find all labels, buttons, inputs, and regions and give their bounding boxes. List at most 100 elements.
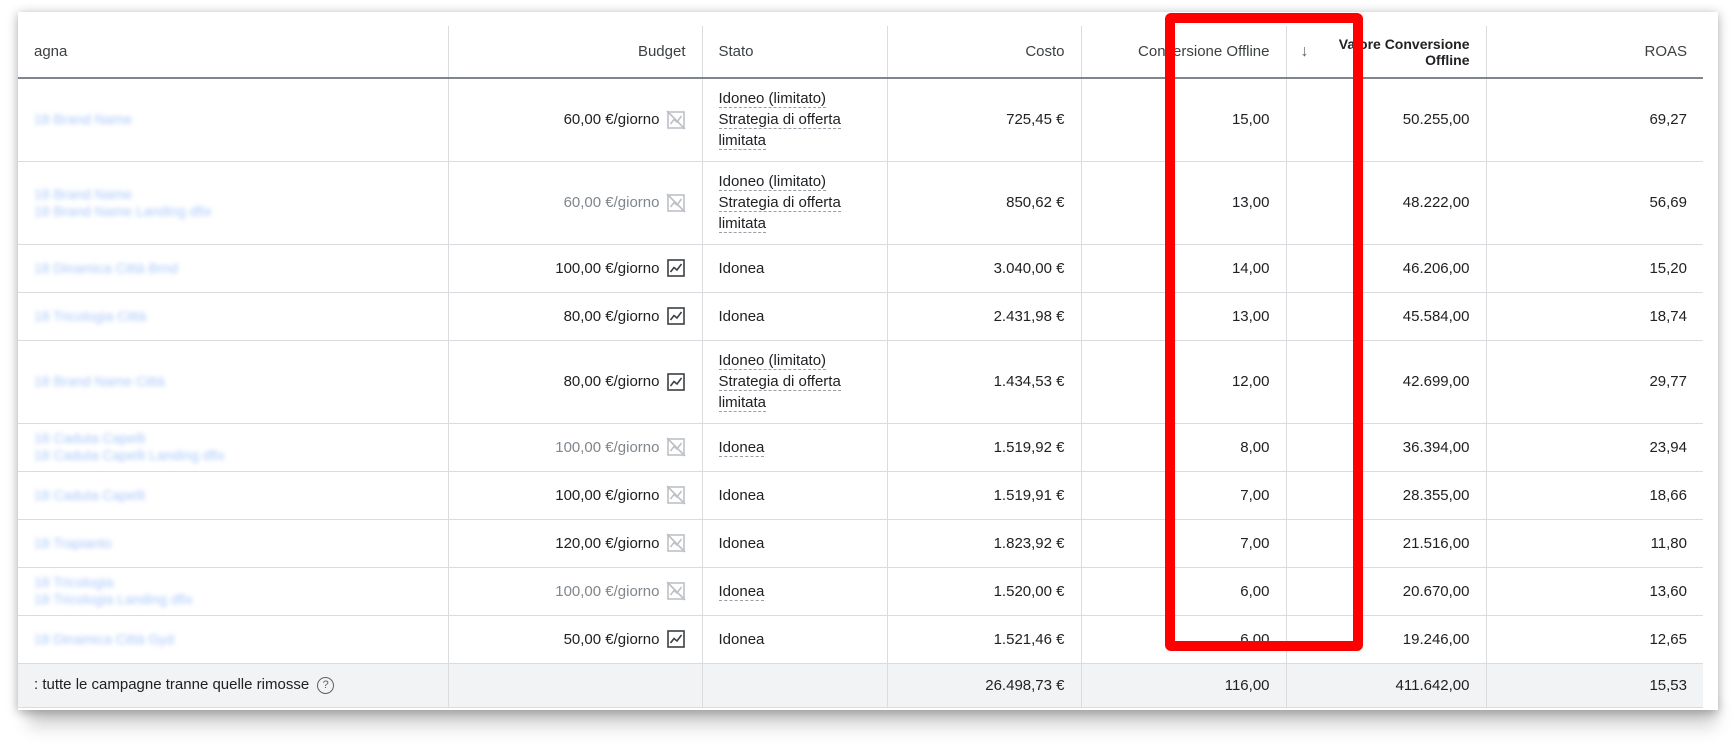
campaign-link[interactable]: 18 Caduta Capelli: [34, 487, 432, 504]
cell-costo: 850,62 €: [887, 161, 1082, 245]
column-header-roas[interactable]: ROAS: [1486, 26, 1703, 79]
budget-value[interactable]: 100,00 €/giorno: [555, 485, 686, 505]
table-row[interactable]: 18 Brand Name Città 80,00 €/giorno Idoneo …: [18, 340, 1703, 424]
status-line[interactable]: Strategia di offerta: [718, 371, 871, 392]
status-line[interactable]: Idoneo (limitato): [718, 88, 871, 109]
chart-disabled-icon[interactable]: [665, 437, 686, 457]
budget-text: 100,00 €/giorno: [555, 486, 660, 504]
budget-value[interactable]: 60,00 €/giorno: [564, 110, 686, 130]
cell-costo: 1.519,92 €: [887, 423, 1082, 472]
column-header-budget[interactable]: Budget: [448, 26, 703, 79]
cell-budget: 100,00 €/giorno: [448, 567, 703, 616]
chart-disabled-icon[interactable]: [665, 533, 686, 553]
cell-conversion-value: 42.699,00: [1286, 340, 1487, 424]
column-header-conversions[interactable]: Conversione Offline: [1081, 26, 1287, 79]
column-header-conversion-value[interactable]: ↓ Valore Conversione Offline: [1286, 26, 1487, 79]
status-line[interactable]: Idonea: [718, 437, 871, 458]
cell-total-roas: 15,53: [1486, 663, 1703, 708]
campaign-link[interactable]: 18 Trapianto: [34, 535, 432, 552]
table-row[interactable]: 18 Tricologia Città 80,00 €/giorno Idonea 2…: [18, 292, 1703, 341]
column-header-campaign[interactable]: agna: [18, 26, 449, 79]
table-row[interactable]: 18 Caduta Capelli 18 Caduta Capelli Landi…: [18, 423, 1703, 472]
status-text: Strategia di offerta: [718, 111, 841, 130]
campaign-link-secondary[interactable]: 18 Tricologia Landing dfix: [34, 591, 432, 608]
chart-icon[interactable]: [666, 372, 686, 392]
cell-conversion-value: 45.584,00: [1286, 292, 1487, 341]
cell-costo: 725,45 €: [887, 78, 1082, 162]
status-line: Idonea: [719, 485, 871, 506]
cell-campaign: 18 Dinamica Città Brnd: [18, 244, 449, 293]
status-text: Idonea: [718, 582, 765, 601]
cell-campaign: 18 Brand Name Città: [18, 340, 449, 424]
budget-value[interactable]: 60,00 €/giorno: [564, 192, 686, 213]
chart-disabled-icon[interactable]: [665, 192, 686, 213]
status-line[interactable]: Idonea: [718, 581, 871, 602]
status-line[interactable]: limitata: [718, 392, 871, 413]
column-header-stato[interactable]: Stato: [702, 26, 888, 79]
cell-conversion-value: 48.222,00: [1286, 161, 1487, 245]
cell-total-label: : tutte le campagne tranne quelle rimoss…: [18, 663, 449, 708]
campaign-link[interactable]: 18 Tricologia: [34, 574, 432, 591]
table-row[interactable]: 18 Caduta Capelli 100,00 €/giorno Idonea 1.…: [18, 471, 1703, 520]
budget-text: 100,00 €/giorno: [555, 582, 660, 600]
campaign-link[interactable]: 18 Brand Name: [34, 186, 432, 203]
campaign-link[interactable]: 18 Tricologia Città: [34, 308, 432, 325]
table-body: 18 Brand Name 60,00 €/giorno Idoneo (limit…: [18, 78, 1703, 708]
table-row[interactable]: 18 Brand Name 60,00 €/giorno Idoneo (limit…: [18, 78, 1703, 162]
status-line[interactable]: Strategia di offerta: [718, 109, 871, 130]
total-row: : tutte le campagne tranne quelle rimoss…: [18, 663, 1703, 708]
column-header-costo[interactable]: Costo: [887, 26, 1082, 79]
chart-icon[interactable]: [666, 629, 686, 649]
table-row[interactable]: 18 Dinamica Città Gyd 50,00 €/giorno Idone…: [18, 615, 1703, 664]
sort-descending-icon[interactable]: ↓: [1301, 44, 1309, 60]
budget-value[interactable]: 80,00 €/giorno: [564, 372, 686, 392]
status-line[interactable]: Idoneo (limitato): [718, 350, 871, 371]
status-text: Idonea: [718, 534, 765, 552]
table-row[interactable]: 18 Dinamica Città Brnd 100,00 €/giorno Ido…: [18, 244, 1703, 293]
cell-campaign: 18 Brand Name: [18, 78, 449, 162]
cell-conversion-value: 50.255,00: [1286, 78, 1487, 162]
cell-conversions: 8,00: [1081, 423, 1287, 472]
budget-value[interactable]: 100,00 €/giorno: [555, 437, 686, 457]
status-text: Strategia di offerta: [718, 373, 841, 391]
budget-value[interactable]: 100,00 €/giorno: [555, 258, 685, 278]
budget-value[interactable]: 50,00 €/giorno: [564, 629, 686, 649]
chart-icon[interactable]: [666, 306, 686, 326]
help-icon[interactable]: ?: [317, 676, 335, 694]
campaign-link-secondary[interactable]: 18 Brand Name Landing dfix: [34, 203, 432, 220]
table-row[interactable]: 18 Trapianto 120,00 €/giorno Idonea 1.823,9…: [18, 519, 1703, 568]
status-text: Strategia di offerta: [718, 194, 841, 212]
cell-conversions: 15,00: [1081, 78, 1287, 162]
budget-value[interactable]: 100,00 €/giorno: [555, 581, 686, 601]
status-line[interactable]: limitata: [718, 213, 871, 234]
status-line[interactable]: Idoneo (limitato): [718, 171, 871, 192]
cell-stato: Idonea: [702, 423, 888, 472]
status-line[interactable]: limitata: [718, 130, 871, 151]
status-line: Idonea: [719, 306, 871, 327]
cell-roas: 18,66: [1486, 471, 1703, 520]
chart-disabled-icon[interactable]: [665, 485, 686, 505]
cell-costo: 1.521,46 €: [887, 615, 1082, 664]
budget-value[interactable]: 120,00 €/giorno: [555, 533, 686, 553]
cell-costo: 3.040,00 €: [887, 244, 1082, 293]
cell-budget: 100,00 €/giorno: [448, 244, 703, 293]
table-row[interactable]: 18 Tricologia 18 Tricologia Landing dfix 1…: [18, 567, 1703, 616]
status-text: Idonea: [718, 630, 765, 648]
cell-budget: 100,00 €/giorno: [448, 423, 703, 472]
campaign-link[interactable]: 18 Brand Name Città: [34, 373, 432, 390]
cell-roas: 15,20: [1486, 244, 1703, 293]
campaign-link[interactable]: 18 Caduta Capelli: [34, 430, 432, 447]
budget-value[interactable]: 80,00 €/giorno: [564, 306, 686, 326]
cell-stato: Idoneo (limitato) Strategia di offerta lim…: [702, 340, 888, 424]
table-row[interactable]: 18 Brand Name 18 Brand Name Landing dfix 6…: [18, 161, 1703, 245]
campaign-link[interactable]: 18 Dinamica Città Brnd: [34, 260, 432, 277]
cell-campaign: 18 Caduta Capelli: [18, 471, 449, 520]
chart-icon[interactable]: [666, 258, 686, 278]
chart-disabled-icon[interactable]: [665, 581, 686, 601]
campaign-link[interactable]: 18 Dinamica Città Gyd: [34, 631, 432, 648]
campaign-link-secondary[interactable]: 18 Caduta Capelli Landing dfix: [34, 447, 432, 464]
campaign-link[interactable]: 18 Brand Name: [34, 111, 432, 128]
chart-disabled-icon[interactable]: [665, 110, 686, 130]
status-line[interactable]: Strategia di offerta: [718, 192, 871, 213]
cell-roas: 12,65: [1486, 615, 1703, 664]
